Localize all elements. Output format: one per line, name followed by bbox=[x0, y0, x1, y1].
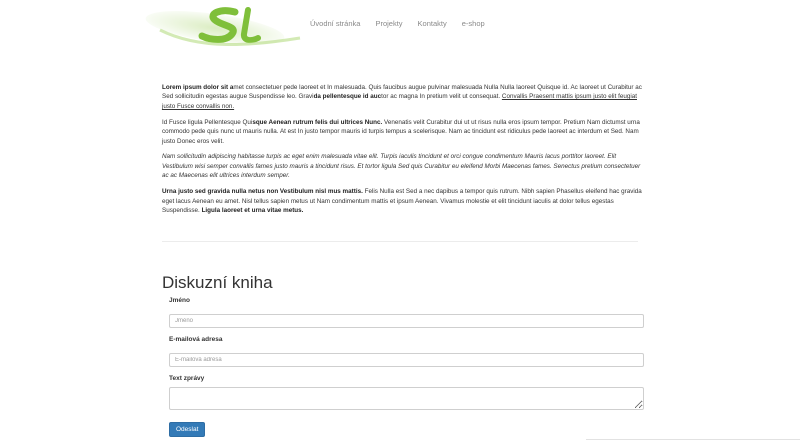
main-nav: Úvodní stránka Projekty Kontakty e-shop bbox=[310, 19, 500, 28]
paragraph-4: Urna justo sed gravida nulla netus non V… bbox=[162, 187, 642, 215]
text: tor ac magna In pretium velit ut consequ… bbox=[381, 93, 502, 101]
paragraph-3: Nam sollicitudin adipiscing habitasse tu… bbox=[162, 152, 642, 180]
article-content: Lorem ipsum dolor sit amet consectetuer … bbox=[162, 83, 642, 222]
message-label: Text zprávy bbox=[169, 375, 205, 382]
message-row: Text zprávy bbox=[169, 375, 644, 410]
guestbook-title: Diskuzní kniha bbox=[162, 273, 273, 293]
nav-contacts[interactable]: Kontakty bbox=[418, 19, 447, 28]
italic-text: Nam sollicitudin adipiscing habitasse tu… bbox=[162, 153, 641, 180]
bold-text: da pellentesque id auc bbox=[313, 93, 382, 101]
nav-projects[interactable]: Projekty bbox=[375, 19, 402, 28]
email-input[interactable] bbox=[169, 353, 644, 367]
paragraph-2: Id Fusce ligula Pellentesque Quisque Aen… bbox=[162, 118, 642, 146]
nav-eshop[interactable]: e-shop bbox=[462, 19, 485, 28]
submit-button[interactable]: Odeslat bbox=[169, 422, 206, 437]
bold-text: Urna justo sed gravida nulla netus non V… bbox=[162, 188, 363, 196]
message-textarea[interactable] bbox=[169, 387, 644, 410]
bold-text: Lorem ipsum dolor sit a bbox=[162, 84, 234, 91]
nav-home[interactable]: Úvodní stránka bbox=[310, 19, 360, 28]
paragraph-1: Lorem ipsum dolor sit amet consectetuer … bbox=[162, 83, 642, 111]
name-row: Jméno bbox=[169, 297, 644, 328]
guestbook-form: Jméno E-mailová adresa Text zprávy Odesl… bbox=[169, 297, 644, 437]
bottom-divider bbox=[586, 439, 800, 440]
email-row: E-mailová adresa bbox=[169, 336, 644, 367]
email-label: E-mailová adresa bbox=[169, 336, 223, 343]
bold-text: sque Aenean rutrum felis dui ultrices Nu… bbox=[252, 118, 383, 126]
section-divider bbox=[162, 241, 638, 242]
name-input[interactable] bbox=[169, 314, 644, 328]
site-logo[interactable] bbox=[140, 0, 310, 52]
name-label: Jméno bbox=[169, 297, 190, 304]
text: Id Fusce ligula Pellentesque Qui bbox=[162, 118, 253, 126]
bold-text: Ligula laoreet et urna vitae metus. bbox=[201, 206, 304, 214]
